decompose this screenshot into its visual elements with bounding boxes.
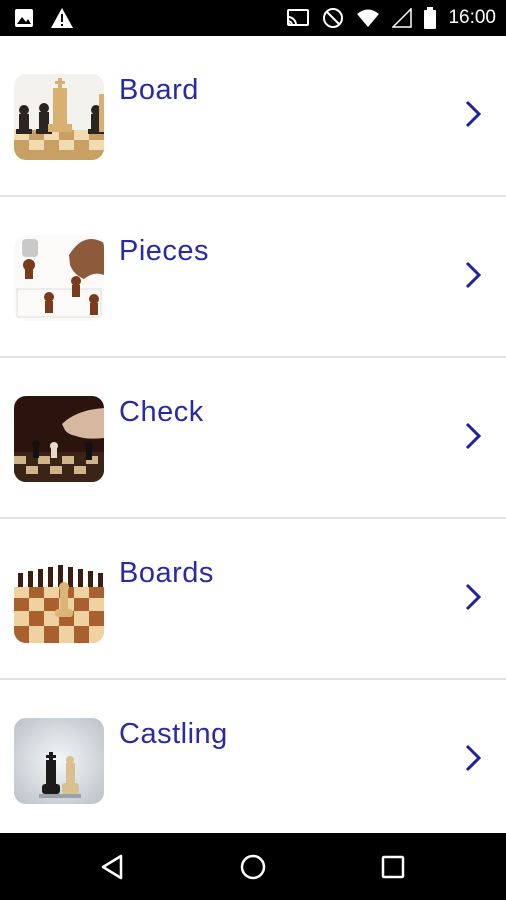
list-item-check[interactable]: Check — [0, 358, 506, 519]
list-item-pieces[interactable]: Pieces — [0, 197, 506, 358]
wifi-icon — [357, 9, 380, 27]
lesson-list: Board Pieces Check Boards Castling — [0, 36, 506, 833]
list-item-castling[interactable]: Castling — [0, 680, 506, 833]
check-thumbnail — [14, 396, 104, 482]
status-right: 16:00 — [286, 0, 496, 36]
castling-thumbnail — [14, 718, 104, 804]
battery-icon — [424, 7, 437, 29]
chevron-right-icon — [465, 422, 482, 450]
list-item-label: Boards — [119, 557, 214, 589]
status-left — [14, 0, 74, 36]
list-item-board[interactable]: Board — [0, 36, 506, 197]
board-thumbnail — [14, 74, 104, 160]
chevron-right-icon — [465, 261, 482, 289]
list-item-label: Check — [119, 396, 204, 428]
list-item-label: Board — [119, 74, 199, 106]
home-icon[interactable] — [237, 851, 269, 883]
image-icon — [15, 9, 33, 27]
status-time: 16:00 — [448, 7, 496, 28]
navigation-bar — [0, 833, 506, 900]
pieces-thumbnail — [14, 235, 104, 321]
recents-icon[interactable] — [377, 851, 409, 883]
back-icon[interactable] — [97, 851, 129, 883]
boards-thumbnail — [14, 557, 104, 643]
cast-icon — [287, 9, 310, 26]
signal-icon — [392, 8, 413, 28]
list-item-label: Castling — [119, 718, 228, 750]
chevron-right-icon — [465, 744, 482, 772]
warning-icon — [51, 8, 73, 28]
chevron-right-icon — [465, 583, 482, 611]
do-not-disturb-icon — [323, 8, 344, 28]
status-bar: 16:00 — [0, 0, 506, 36]
list-item-label: Pieces — [119, 235, 210, 267]
chevron-right-icon — [465, 100, 482, 128]
list-item-boards[interactable]: Boards — [0, 519, 506, 680]
